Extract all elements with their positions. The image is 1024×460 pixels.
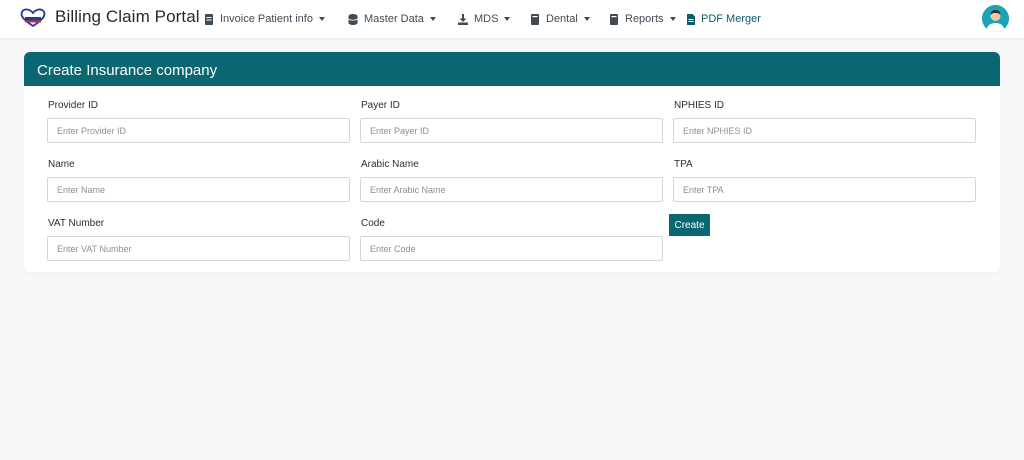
nav-label: PDF Merger	[701, 13, 761, 25]
tpa-input[interactable]	[673, 177, 976, 202]
top-navbar: Billing Claim Portal Invoice Patient inf…	[0, 0, 1024, 38]
arabic-name-input[interactable]	[360, 177, 663, 202]
name-input[interactable]	[47, 177, 350, 202]
nav-label: Master Data	[364, 13, 424, 25]
nav-label: Invoice Patient info	[220, 13, 313, 25]
nav-pdf-merger[interactable]: PDF Merger	[686, 12, 761, 26]
code-input[interactable]	[360, 236, 663, 261]
download-icon	[458, 13, 468, 25]
provider-id-input[interactable]	[47, 118, 350, 143]
create-insurance-card: Create Insurance company Provider ID Pay…	[24, 52, 1000, 272]
nav-reports[interactable]: Reports	[609, 12, 676, 26]
caret-down-icon	[583, 17, 590, 21]
caret-down-icon	[669, 17, 676, 21]
card-title: Create Insurance company	[37, 62, 218, 79]
nav-mds[interactable]: MDS	[458, 12, 511, 26]
vat-number-input[interactable]	[47, 236, 350, 261]
nav-dental[interactable]: Dental	[530, 12, 590, 26]
nav-label: Reports	[625, 13, 664, 25]
payer-id-label: Payer ID	[361, 100, 400, 111]
name-label: Name	[48, 159, 75, 170]
document-icon	[205, 13, 213, 25]
portal-title[interactable]: Billing Claim Portal	[55, 7, 200, 27]
code-label: Code	[361, 218, 385, 229]
nav-label: Dental	[546, 13, 578, 25]
create-button[interactable]: Create	[669, 214, 710, 236]
book-icon	[610, 13, 618, 25]
database-icon	[348, 13, 358, 25]
caret-down-icon	[318, 17, 325, 21]
provider-id-label: Provider ID	[48, 100, 99, 111]
nav-label: MDS	[474, 13, 499, 25]
nphies-id-label: NPHIES ID	[674, 100, 725, 111]
nav-master-data[interactable]: Master Data	[348, 12, 436, 26]
book-icon	[531, 13, 539, 25]
caret-down-icon	[429, 17, 436, 21]
heart-logo-icon[interactable]	[18, 8, 48, 28]
user-avatar-icon	[982, 5, 1009, 32]
payer-id-input[interactable]	[360, 118, 663, 143]
user-avatar[interactable]	[982, 5, 1009, 32]
arabic-name-label: Arabic Name	[361, 159, 419, 170]
nphies-id-input[interactable]	[673, 118, 976, 143]
card-header: Create Insurance company	[24, 52, 1000, 86]
tpa-label: TPA	[674, 159, 693, 170]
vat-number-label: VAT Number	[48, 218, 105, 229]
file-pdf-icon	[687, 13, 695, 25]
caret-down-icon	[504, 17, 511, 21]
nav-invoice-patient-info[interactable]: Invoice Patient info	[204, 12, 325, 26]
